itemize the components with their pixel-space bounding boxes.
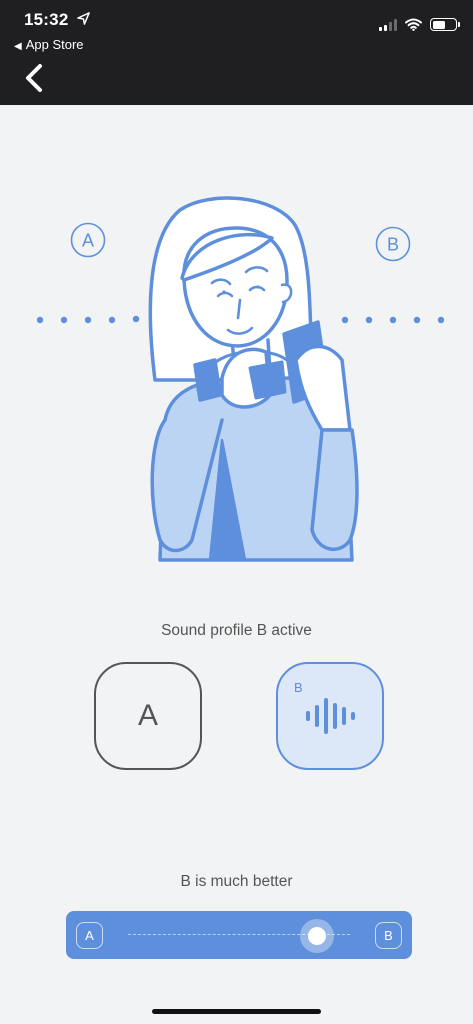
marker-b: B (375, 226, 411, 262)
left-dots (36, 315, 140, 324)
status-bar: 15:32 ◀ App Store (0, 0, 473, 105)
slider-b-label: B (384, 928, 393, 943)
slider-end-b[interactable]: B (375, 922, 402, 949)
listener-illustration: A B (36, 196, 445, 562)
battery-icon (430, 18, 460, 31)
cellular-signal-icon (379, 18, 397, 31)
home-indicator (152, 1009, 321, 1014)
back-to-app-store[interactable]: ◀ App Store (14, 37, 84, 52)
comparison-text: B is much better (180, 873, 293, 890)
time-label: 15:32 (24, 10, 69, 29)
back-chevron-icon[interactable] (20, 60, 50, 96)
system-icons (379, 18, 460, 31)
profile-a-button[interactable]: A (94, 662, 202, 770)
wifi-icon (405, 18, 422, 31)
back-app-label: App Store (25, 37, 84, 52)
marker-a: A (70, 222, 106, 258)
sound-profile-status: Sound profile B active (161, 622, 312, 639)
right-dots (341, 316, 445, 324)
sound-wave-icon (306, 698, 355, 734)
profile-b-button[interactable]: B (276, 662, 384, 770)
slider-thumb-knob[interactable] (307, 927, 326, 945)
back-triangle-icon: ◀ (14, 41, 22, 52)
location-arrow-icon (77, 12, 91, 25)
marker-a-label: A (82, 231, 94, 251)
status-time: 15:32 (24, 10, 91, 30)
slider-thumb[interactable] (299, 919, 334, 953)
comparison-slider[interactable]: A B (66, 911, 412, 959)
profile-b-corner-label: B (294, 680, 303, 695)
slider-a-label: A (85, 928, 94, 943)
profile-a-label: A (137, 699, 158, 732)
slider-end-a[interactable]: A (76, 922, 103, 949)
marker-b-label: B (387, 235, 399, 255)
